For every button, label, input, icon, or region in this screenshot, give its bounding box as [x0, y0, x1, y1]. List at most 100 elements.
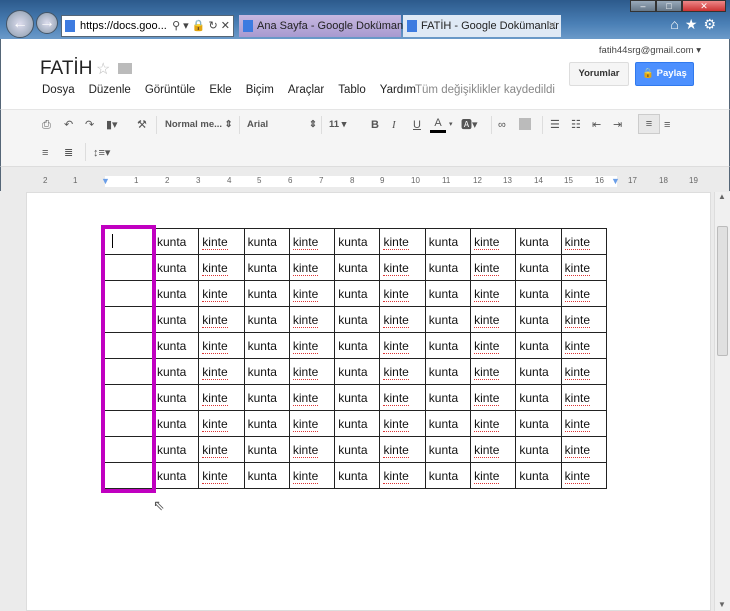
tab-ana-sayfa[interactable]: Ana Sayfa - Google Dokümanlar [239, 15, 415, 37]
table-cell[interactable]: kunta [152, 384, 200, 411]
table-cell[interactable]: kunta [424, 280, 472, 307]
underline-icon[interactable]: U [413, 118, 421, 132]
table-cell[interactable]: kunta [424, 436, 472, 463]
table-cell[interactable]: kinte [379, 410, 426, 437]
table-cell[interactable]: kunta [334, 228, 381, 255]
table-cell[interactable]: kinte [288, 228, 336, 255]
table-cell[interactable]: kunta [334, 462, 381, 489]
table-cell[interactable]: kunta [424, 462, 472, 489]
highlight-color-icon[interactable]: 🅰▾ [461, 118, 478, 132]
table-cell[interactable]: kunta [152, 306, 200, 333]
table-cell[interactable]: kinte [379, 306, 426, 333]
menu-duzenle[interactable]: Düzenle [89, 84, 131, 96]
menu-yardim[interactable]: Yardım [380, 84, 416, 96]
table-cell[interactable]: kinte [470, 280, 517, 307]
table-cell[interactable]: kinte [198, 254, 245, 281]
table-cell[interactable]: kunta [515, 280, 562, 307]
table-cell[interactable]: kinte [198, 228, 245, 255]
left-indent-marker[interactable]: ▼ [101, 176, 110, 186]
table-cell[interactable]: kinte [470, 306, 517, 333]
table-cell[interactable]: kunta [424, 332, 472, 359]
table-cell[interactable]: kinte [470, 462, 517, 489]
bold-icon[interactable]: B [371, 118, 379, 132]
table-cell[interactable]: kinte [198, 410, 245, 437]
table-cell[interactable]: kinte [198, 332, 245, 359]
table-cell[interactable]: kinte [379, 280, 426, 307]
table-cell[interactable]: kinte [560, 332, 607, 359]
table-cell[interactable]: kinte [288, 436, 336, 463]
table-cell[interactable]: kunta [152, 254, 200, 281]
table-cell[interactable] [103, 280, 154, 307]
table-cell[interactable]: kunta [243, 410, 290, 437]
table-cell[interactable]: kunta [515, 228, 562, 255]
favorites-star-icon[interactable]: ★ [685, 16, 704, 32]
italic-icon[interactable]: I [392, 118, 396, 132]
document-table[interactable]: kunta kinte kunta kinte kunta kinte kunta kinte… [103, 228, 607, 489]
table-cell[interactable]: kunta [515, 462, 562, 489]
undo-icon[interactable]: ↶ [64, 118, 73, 132]
table-cell[interactable]: kunta [424, 254, 472, 281]
table-cell[interactable]: kunta [334, 254, 381, 281]
table-cell[interactable]: kinte [198, 384, 245, 411]
font-select[interactable]: Arial ⇕ [247, 118, 317, 132]
table-cell[interactable]: kunta [424, 358, 472, 385]
share-button[interactable]: 🔒 Paylaş [635, 62, 694, 86]
menu-ekle[interactable]: Ekle [209, 84, 231, 96]
vertical-scrollbar[interactable]: ▲ ▼ [714, 192, 730, 611]
table-cell[interactable]: kinte [288, 306, 336, 333]
table-cell[interactable]: kinte [560, 306, 607, 333]
table-cell[interactable]: kinte [198, 306, 245, 333]
scroll-up-icon[interactable]: ▲ [718, 192, 726, 201]
table-cell[interactable]: kunta [515, 410, 562, 437]
table-cell[interactable]: kunta [424, 410, 472, 437]
table-cell[interactable]: kinte [198, 358, 245, 385]
table-cell[interactable]: kinte [198, 436, 245, 463]
table-cell[interactable]: kunta [243, 306, 290, 333]
table-cell[interactable]: kinte [470, 358, 517, 385]
table-cell[interactable]: kinte [288, 358, 336, 385]
table-cell[interactable]: kinte [379, 254, 426, 281]
address-controls[interactable]: ⚲ ▾ 🔒 ↻ ✕ [172, 16, 230, 36]
table-cell[interactable]: kinte [288, 384, 336, 411]
menu-araclar[interactable]: Araçlar [288, 84, 324, 96]
table-cell[interactable]: kinte [560, 462, 607, 489]
ruler[interactable]: 2 1 1 2 3 4 5 6 7 8 9 10 11 12 13 14 15 16 17 18 19 ▼ ▼ [0, 167, 730, 191]
table-cell[interactable]: kunta [515, 306, 562, 333]
table-cell[interactable]: kunta [243, 332, 290, 359]
folder-icon[interactable] [118, 63, 132, 74]
table-cell[interactable]: kinte [470, 228, 517, 255]
gear-icon[interactable]: ⚙ [703, 16, 722, 32]
table-cell[interactable] [103, 410, 154, 437]
table-cell[interactable]: kunta [334, 306, 381, 333]
table-cell[interactable]: kunta [152, 228, 200, 255]
right-indent-marker[interactable]: ▼ [611, 176, 620, 186]
paste-icon[interactable]: ▮▾ [106, 118, 118, 132]
table-cell[interactable]: kinte [470, 436, 517, 463]
tab-fatih[interactable]: FATİH - Google Dokümanlar ✕ [403, 15, 561, 37]
table-cell[interactable]: kinte [560, 228, 607, 255]
table-cell[interactable]: kunta [515, 332, 562, 359]
table-cell[interactable] [103, 462, 154, 489]
table-cell[interactable]: kinte [379, 358, 426, 385]
table-cell[interactable]: kinte [288, 254, 336, 281]
decrease-indent-icon[interactable]: ⇤ [592, 118, 601, 132]
table-cell[interactable]: kinte [379, 384, 426, 411]
forward-button[interactable]: → [36, 12, 58, 34]
table-cell[interactable]: kunta [152, 462, 200, 489]
address-bar[interactable]: https://docs.goo... ⚲ ▾ 🔒 ↻ ✕ [61, 15, 234, 37]
table-cell[interactable]: kunta [334, 436, 381, 463]
style-select[interactable]: Normal me... ⇕ [165, 118, 233, 132]
justify-icon[interactable]: ≣ [64, 146, 73, 160]
table-cell[interactable]: kinte [379, 462, 426, 489]
table-cell[interactable]: kunta [243, 436, 290, 463]
table-cell[interactable]: kinte [288, 280, 336, 307]
numbered-list-icon[interactable]: ☰ [550, 118, 560, 132]
table-cell[interactable]: kunta [152, 280, 200, 307]
table-cell[interactable]: kinte [288, 410, 336, 437]
paint-format-icon[interactable]: ⚒ [137, 118, 147, 132]
close-window-button[interactable]: ✕ [682, 0, 726, 12]
table-cell[interactable]: kinte [379, 332, 426, 359]
document-title[interactable]: FATİH [40, 58, 92, 80]
table-cell[interactable]: kunta [152, 332, 200, 359]
table-cell[interactable]: kunta [243, 254, 290, 281]
